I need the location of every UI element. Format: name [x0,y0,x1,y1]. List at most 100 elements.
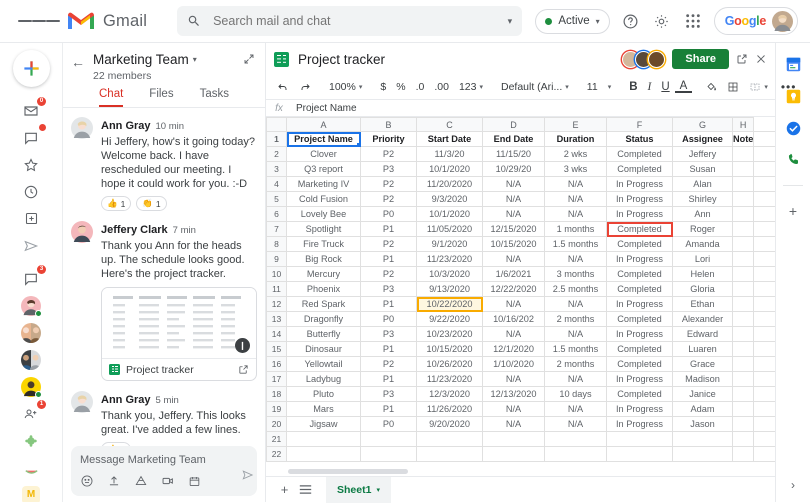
grid-cell[interactable] [360,446,417,462]
grid-cell[interactable]: 1.5 months [544,236,607,252]
row-header[interactable]: 1 [266,131,287,147]
grid-cell[interactable]: N/A [544,401,607,417]
grid-cell[interactable]: 12/13/2020 [482,386,545,402]
grid-cell[interactable] [544,431,607,447]
grid-cell[interactable]: 10/15/2020 [416,341,483,357]
calendar-icon[interactable] [786,57,801,72]
paint-bucket-icon[interactable] [700,81,722,93]
grid-cell[interactable]: P3 [360,386,417,402]
grid-cell[interactable]: Status [606,131,673,147]
grid-cell[interactable]: 3 wks [544,161,607,177]
formula-value[interactable]: Project Name [292,103,357,114]
grid-cell[interactable]: 9/22/2020 [416,311,483,327]
reaction-clap[interactable]: 👏 1 [136,196,167,211]
tab-tasks[interactable]: Tasks [200,88,229,107]
row-header[interactable]: 5 [266,191,287,207]
bold-button[interactable]: B [624,81,642,93]
message-composer[interactable]: Message Marketing Team [71,446,257,496]
column-header-b[interactable]: B [360,117,417,132]
grid-cell[interactable] [731,251,755,267]
row-header[interactable]: 22 [266,446,287,462]
grid-cell[interactable] [672,431,733,447]
grid-cell[interactable] [731,446,755,462]
row-header[interactable]: 20 [266,416,287,432]
grid-cell[interactable]: In Progress [606,251,673,267]
sheet-tab-sheet1[interactable]: Sheet1 ▾ [326,476,391,503]
grid-cell[interactable]: N/A [482,251,545,267]
avatar[interactable] [71,221,93,243]
grid-cell[interactable] [753,296,775,312]
underline-button[interactable]: U [656,81,674,93]
grid-cell[interactable]: Mars [286,401,361,417]
grid-cell[interactable]: Phoenix [286,281,361,297]
grid-cell[interactable]: 1/10/2020 [482,356,545,372]
grid-cell[interactable]: P1 [360,401,417,417]
grid-cell[interactable]: In Progress [606,191,673,207]
tab-chat[interactable]: Chat [99,88,124,107]
grid-cell[interactable]: 10/15/2020 [482,236,545,252]
spreadsheet-grid[interactable]: A B C D E F G H 1 Project Name Priority Sta… [266,117,775,466]
grid-cell[interactable]: Yellowtail [286,356,361,372]
open-in-new-icon[interactable] [736,53,748,65]
column-header-d[interactable]: D [482,117,545,132]
compose-button[interactable] [12,50,50,87]
grid-cell[interactable] [544,446,607,462]
row-header[interactable]: 19 [266,401,287,417]
grid-cell[interactable] [731,371,755,387]
keep-icon[interactable] [786,89,801,104]
grid-cell[interactable]: P0 [360,206,417,222]
grid-cell[interactable] [753,251,775,267]
grid-cell[interactable]: P1 [360,221,417,237]
grid-cell[interactable]: In Progress [606,176,673,192]
grid-cell[interactable]: Helen [672,266,733,282]
grid-cell[interactable] [753,311,775,327]
open-in-new-icon[interactable] [238,364,249,375]
grid-cell[interactable] [731,236,755,252]
grid-cell[interactable]: 1 months [544,221,607,237]
font-family-select[interactable]: Default (Ari... ▾ [496,81,574,93]
grid-cell[interactable]: 2.5 months [544,281,607,297]
reaction-thumbsup[interactable]: 👍1 [101,196,132,211]
grid-cell[interactable]: P2 [360,356,417,372]
grid-cell[interactable]: N/A [482,191,545,207]
grid-cell[interactable] [753,341,775,357]
grid-cell[interactable]: Jason [672,416,733,432]
grid-cell[interactable] [753,146,775,162]
grid-cell[interactable]: Completed [606,311,673,327]
grid-cell[interactable] [606,431,673,447]
grid-cell[interactable] [753,221,775,237]
grid-cell[interactable]: In Progress [606,206,673,222]
upload-icon[interactable] [107,474,121,488]
grid-cell[interactable] [731,206,755,222]
calendar-icon[interactable] [188,475,201,488]
grid-cell[interactable]: 11/23/2020 [416,251,483,267]
grid-cell[interactable] [731,431,755,447]
sidebar-item-starred[interactable] [14,151,48,178]
grid-cell[interactable] [416,446,483,462]
emoji-icon[interactable] [80,474,94,488]
gmail-logo[interactable]: Gmail [68,11,147,31]
grid-cell[interactable]: 12/1/2020 [482,341,545,357]
row-header[interactable]: 13 [266,311,287,327]
grid-cell[interactable]: 2 months [544,356,607,372]
row-header[interactable]: 11 [266,281,287,297]
sidebar-item-add-people[interactable]: 1 [14,400,48,427]
corner-cell[interactable] [266,117,287,132]
grid-cell[interactable]: P2 [360,176,417,192]
grid-cell[interactable]: Mercury [286,266,361,282]
grid-cell[interactable] [731,221,755,237]
google-account-chip[interactable]: Google [713,7,798,35]
grid-cell[interactable] [672,446,733,462]
grid-cell[interactable]: Dinosaur [286,341,361,357]
grid-cell[interactable]: 11/26/2020 [416,401,483,417]
grid-cell[interactable] [753,416,775,432]
grid-cell[interactable]: 11/05/2020 [416,221,483,237]
row-header[interactable]: 8 [266,236,287,252]
grid-cell[interactable]: Red Spark [286,296,361,312]
grid-cell[interactable]: Q3 report [286,161,361,177]
grid-cell[interactable]: 9/1/2020 [416,236,483,252]
grid-cell[interactable]: 10/3/2020 [416,266,483,282]
grid-cell[interactable] [753,191,775,207]
video-icon[interactable] [161,474,175,488]
share-button[interactable]: Share [672,49,729,69]
